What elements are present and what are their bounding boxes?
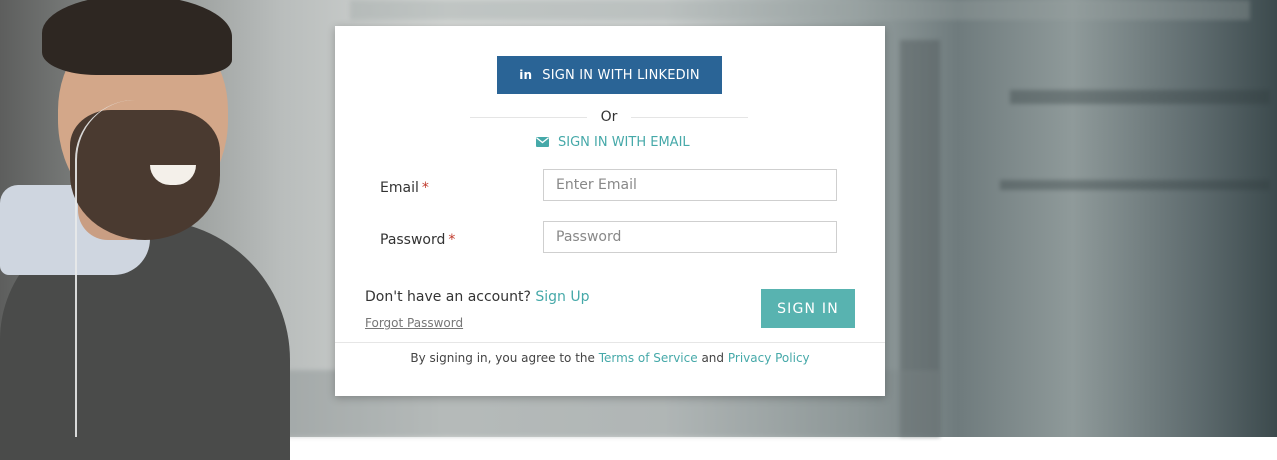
terms-prefix: By signing in, you agree to the	[410, 351, 595, 365]
signup-prompt: Don't have an account? Sign Up	[365, 289, 590, 305]
linkedin-signin-label: SIGN IN WITH LINKEDIN	[542, 67, 700, 83]
password-label-text: Password	[380, 232, 446, 248]
email-signin-link[interactable]: SIGN IN WITH EMAIL	[536, 132, 690, 152]
divider-line-left	[470, 116, 587, 118]
email-field[interactable]	[543, 169, 837, 201]
password-field[interactable]	[543, 221, 837, 253]
forgot-password-link[interactable]: Forgot Password	[365, 316, 463, 330]
envelope-icon	[536, 137, 549, 147]
signup-link[interactable]: Sign Up	[535, 289, 589, 305]
or-text: Or	[600, 109, 618, 125]
signup-prompt-text: Don't have an account?	[365, 289, 531, 305]
or-divider: Or	[470, 107, 748, 127]
terms-of-service-link[interactable]: Terms of Service	[599, 351, 698, 365]
privacy-policy-link[interactable]: Privacy Policy	[728, 351, 810, 365]
email-label: Email *	[380, 180, 429, 196]
linkedin-signin-button[interactable]: in SIGN IN WITH LINKEDIN	[497, 56, 722, 94]
person-hair	[42, 0, 232, 75]
login-card: in SIGN IN WITH LINKEDIN Or SIGN IN WITH…	[335, 26, 885, 396]
terms-and: and	[701, 351, 725, 365]
required-mark: *	[421, 180, 429, 196]
divider-line-right	[631, 116, 748, 118]
terms-notice: By signing in, you agree to the Terms of…	[335, 351, 885, 365]
earphone-wire	[75, 100, 207, 437]
linkedin-icon: in	[519, 68, 533, 82]
email-signin-label: SIGN IN WITH EMAIL	[558, 134, 690, 150]
footer-divider	[335, 342, 885, 343]
signin-button[interactable]: SIGN IN	[761, 289, 855, 328]
email-label-text: Email	[380, 180, 419, 196]
required-mark: *	[448, 232, 456, 248]
password-label: Password *	[380, 232, 455, 248]
